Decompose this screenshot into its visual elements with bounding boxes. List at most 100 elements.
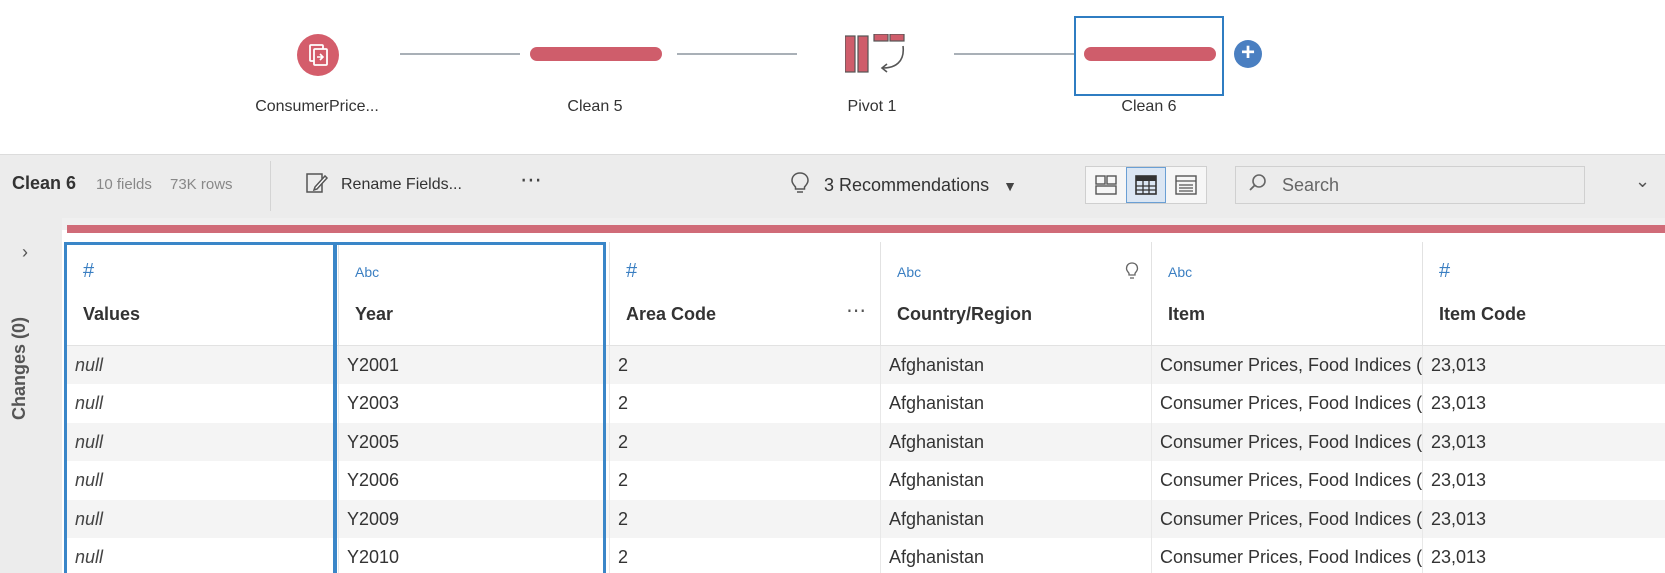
flow-connector bbox=[954, 53, 1074, 55]
table-row[interactable]: null Y2009 2 Afghanistan Consumer Prices, Fo… bbox=[67, 499, 1665, 538]
profile-view-icon[interactable] bbox=[1086, 167, 1126, 203]
number-type-icon[interactable]: # bbox=[1439, 260, 1450, 283]
table-cell[interactable]: null bbox=[67, 537, 339, 573]
table-cell[interactable]: Afghanistan bbox=[881, 384, 1152, 423]
string-type-icon[interactable]: Abc bbox=[897, 264, 921, 280]
add-step-plus-icon[interactable]: + bbox=[1234, 40, 1262, 68]
recommendations-label: 3 Recommendations bbox=[824, 175, 990, 195]
table-row[interactable]: null Y2010 2 Afghanistan Consumer Prices, Fo… bbox=[67, 537, 1665, 573]
table-cell[interactable]: 23,013 bbox=[1423, 538, 1665, 573]
table-cell[interactable]: 23,013 bbox=[1423, 500, 1665, 538]
table-cell[interactable]: Consumer Prices, Food Indices ( bbox=[1152, 537, 1423, 573]
table-cell[interactable]: 2 bbox=[610, 384, 881, 423]
column-header-area-code[interactable]: # Area Code ⋯ bbox=[610, 242, 881, 346]
clean-step-icon bbox=[1084, 47, 1216, 61]
table-cell[interactable]: Consumer Prices, Food Indices ( bbox=[1152, 499, 1423, 538]
caret-down-icon: ▼ bbox=[1003, 177, 1017, 194]
table-cell[interactable]: 2 bbox=[610, 346, 881, 385]
table-cell[interactable]: Y2009 bbox=[339, 499, 610, 538]
table-cell[interactable]: Consumer Prices, Food Indices ( bbox=[1152, 346, 1423, 385]
step-toolbar: Clean 6 10 fields 73K rows Rename Fields… bbox=[0, 154, 1665, 218]
flow-canvas: ConsumerPrice... Clean 5 Pivot 1 Clean 6… bbox=[0, 0, 1665, 154]
table-cell[interactable]: null bbox=[67, 422, 339, 462]
lightbulb-icon[interactable] bbox=[1125, 262, 1139, 285]
column-header-item-code[interactable]: # Item Code bbox=[1423, 242, 1665, 346]
flow-step-clean-5[interactable]: Clean 5 bbox=[520, 20, 670, 130]
table-row[interactable]: null Y2001 2 Afghanistan Consumer Prices, Fo… bbox=[67, 346, 1665, 385]
column-header-item[interactable]: Abc Item bbox=[1152, 242, 1423, 346]
lightbulb-icon bbox=[790, 171, 810, 200]
table-cell[interactable]: 2 bbox=[610, 461, 881, 500]
table-cell[interactable]: 2 bbox=[610, 537, 881, 573]
number-type-icon[interactable]: # bbox=[83, 260, 94, 283]
rename-pencil-icon bbox=[305, 171, 329, 200]
table-cell[interactable]: null bbox=[67, 384, 339, 423]
data-grid-area: # Values Abc Year # Area Code ⋯ Abc Coun… bbox=[62, 218, 1665, 573]
column-header-row: # Values Abc Year # Area Code ⋯ Abc Coun… bbox=[67, 242, 1665, 346]
table-cell[interactable]: 23,013 bbox=[1423, 461, 1665, 499]
table-cell[interactable]: Afghanistan bbox=[881, 346, 1152, 385]
table-row[interactable]: null Y2005 2 Afghanistan Consumer Prices, Fo… bbox=[67, 422, 1665, 462]
search-placeholder: Search bbox=[1282, 174, 1340, 195]
recommendations-dropdown[interactable]: 3 Recommendations ▼ bbox=[790, 171, 1017, 200]
list-view-icon[interactable] bbox=[1166, 167, 1206, 203]
toolbar-divider bbox=[270, 161, 271, 211]
profile-header-stripe bbox=[62, 218, 1665, 233]
table-cell[interactable]: Y2006 bbox=[339, 461, 610, 500]
flow-step-input[interactable]: ConsumerPrice... bbox=[242, 20, 392, 130]
step-title: Clean 6 bbox=[12, 173, 77, 193]
table-cell[interactable]: Y2001 bbox=[339, 346, 610, 385]
table-cell[interactable]: Y2005 bbox=[339, 422, 610, 462]
chevron-down-icon[interactable]: ⌄ bbox=[1635, 171, 1650, 192]
flow-step-label: Pivot 1 bbox=[847, 98, 897, 115]
column-more-options-icon[interactable]: ⋯ bbox=[846, 298, 866, 323]
string-type-icon[interactable]: Abc bbox=[355, 264, 379, 280]
step-color-bar bbox=[67, 225, 1665, 233]
table-cell[interactable]: 23,013 bbox=[1423, 384, 1665, 422]
changes-label[interactable]: Changes (0) bbox=[9, 298, 30, 438]
row-count: 73K rows bbox=[170, 176, 233, 193]
more-options-icon[interactable]: ⋯ bbox=[520, 167, 543, 193]
table-cell[interactable]: 23,013 bbox=[1423, 423, 1665, 461]
table-cell[interactable]: Consumer Prices, Food Indices ( bbox=[1152, 461, 1423, 500]
field-count: 10 fields bbox=[96, 176, 152, 193]
number-type-icon[interactable]: # bbox=[626, 260, 637, 283]
table-cell[interactable]: Afghanistan bbox=[881, 499, 1152, 538]
clean-step-icon bbox=[530, 47, 662, 61]
column-name: Item bbox=[1168, 304, 1206, 324]
table-row[interactable]: null Y2003 2 Afghanistan Consumer Prices, Fo… bbox=[67, 384, 1665, 423]
column-name: Year bbox=[355, 304, 394, 324]
table-cell[interactable]: Afghanistan bbox=[881, 461, 1152, 500]
flow-step-pivot-1[interactable]: Pivot 1 bbox=[797, 20, 947, 130]
table-cell[interactable]: null bbox=[67, 499, 339, 538]
flow-step-label: Clean 5 bbox=[567, 98, 623, 115]
expand-chevron-icon[interactable]: › bbox=[22, 242, 28, 263]
table-cell[interactable]: 2 bbox=[610, 499, 881, 538]
table-cell[interactable]: Afghanistan bbox=[881, 537, 1152, 573]
table-cell[interactable]: Y2010 bbox=[339, 537, 610, 573]
table-cell[interactable]: null bbox=[67, 346, 339, 385]
rename-fields-button[interactable]: Rename Fields... bbox=[305, 171, 462, 199]
column-name: Area Code bbox=[626, 304, 717, 324]
table-view-icon[interactable] bbox=[1126, 167, 1166, 203]
table-row[interactable]: null Y2006 2 Afghanistan Consumer Prices, Fo… bbox=[67, 461, 1665, 500]
table-cell[interactable]: null bbox=[67, 461, 339, 500]
table-cell[interactable]: Consumer Prices, Food Indices ( bbox=[1152, 384, 1423, 423]
column-name: Item Code bbox=[1439, 304, 1527, 324]
table-cell[interactable]: 2 bbox=[610, 422, 881, 462]
column-header-country-region[interactable]: Abc Country/Region bbox=[881, 242, 1152, 346]
table-cell[interactable]: 23,013 bbox=[1423, 346, 1665, 384]
flow-connector bbox=[677, 53, 797, 55]
pivot-step-icon bbox=[844, 33, 915, 80]
column-name: Values bbox=[83, 304, 141, 324]
table-cell[interactable]: Afghanistan bbox=[881, 422, 1152, 462]
table-cell[interactable]: Y2003 bbox=[339, 384, 610, 423]
string-type-icon[interactable]: Abc bbox=[1168, 264, 1192, 280]
flow-step-clean-6[interactable]: Clean 6 + bbox=[1074, 16, 1262, 130]
table-cell[interactable]: Consumer Prices, Food Indices ( bbox=[1152, 422, 1423, 462]
search-input[interactable]: Search bbox=[1235, 166, 1585, 204]
flow-step-label: ConsumerPrice... bbox=[255, 98, 379, 115]
column-header-values[interactable]: # Values bbox=[67, 242, 339, 346]
flow-step-label: Clean 6 bbox=[1121, 98, 1177, 115]
column-header-year[interactable]: Abc Year bbox=[339, 242, 610, 346]
